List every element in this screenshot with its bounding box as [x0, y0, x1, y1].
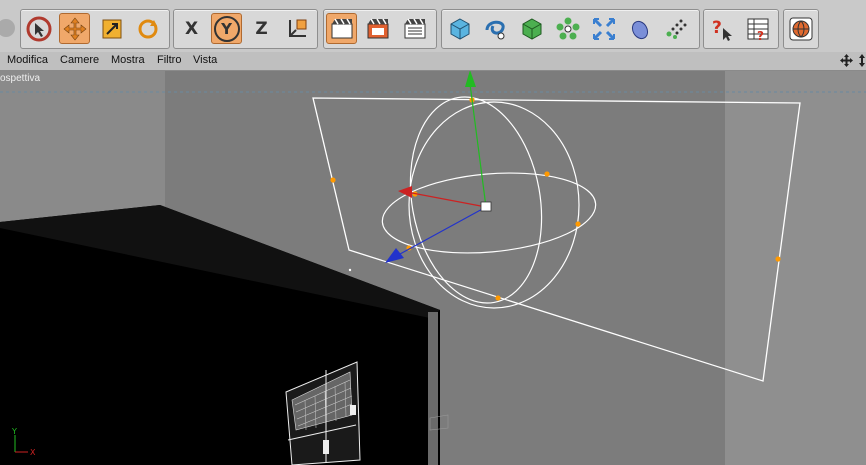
scale-icon[interactable] [96, 13, 127, 44]
point-marker [348, 268, 352, 272]
rotate-icon[interactable] [132, 13, 163, 44]
menu-filtro[interactable]: Filtro [157, 54, 181, 66]
undo-icon[interactable] [0, 12, 21, 43]
perspective-viewport[interactable]: Y X [0, 71, 866, 465]
zoom-view-icon[interactable] [856, 54, 866, 67]
axis-x-label: X [184, 18, 199, 39]
axis-y-label: Y [213, 15, 240, 42]
svg-text:X: X [30, 448, 36, 457]
schedule-help-icon[interactable]: ? [742, 13, 773, 44]
scene-icon[interactable] [624, 13, 655, 44]
cabinet-side [428, 312, 438, 465]
deformer-icon[interactable] [588, 13, 619, 44]
axis-z-label: Z [255, 18, 268, 39]
svg-text:Y: Y [11, 427, 17, 436]
transform-tools-group [20, 9, 170, 49]
web-group [783, 9, 819, 49]
menu-modifica[interactable]: Modifica [7, 54, 48, 66]
spline-icon[interactable] [480, 13, 511, 44]
context-help-icon[interactable]: ? [706, 13, 737, 44]
cube-icon[interactable] [444, 13, 475, 44]
web-globe-icon[interactable] [785, 13, 816, 44]
select-arrow-icon[interactable] [23, 13, 54, 44]
render-group [323, 9, 437, 49]
objects-group [441, 9, 700, 49]
array-icon[interactable] [552, 13, 583, 44]
y-axis-lock-icon[interactable]: Y [211, 13, 242, 44]
z-axis-lock-icon[interactable]: Z [246, 13, 277, 44]
nurbs-icon[interactable] [516, 13, 547, 44]
pan-view-icon[interactable] [840, 54, 853, 67]
menu-camere[interactable]: Camere [60, 54, 99, 66]
viewport-camera-label: ospettiva [0, 73, 41, 84]
svg-text:?: ? [757, 29, 764, 42]
main-toolbar: X Y Z ? ? [0, 0, 866, 53]
help-group: ? ? [703, 9, 779, 49]
svg-text:?: ? [712, 18, 722, 38]
render-settings-icon[interactable] [399, 13, 430, 44]
axis-lock-group: X Y Z [173, 9, 318, 49]
menu-vista[interactable]: Vista [193, 54, 217, 66]
viewport-menu-bar: Modifica Camere Mostra Filtro Vista [0, 52, 866, 71]
x-axis-lock-icon[interactable]: X [176, 13, 207, 44]
render-view-icon[interactable] [326, 13, 357, 44]
mograph-icon[interactable] [660, 13, 691, 44]
menu-mostra[interactable]: Mostra [111, 54, 145, 66]
coordinate-system-icon[interactable] [281, 13, 312, 44]
move-icon[interactable] [59, 13, 90, 44]
right-wall [725, 71, 866, 465]
object-origin-icon [480, 201, 492, 212]
render-picture-viewer-icon[interactable] [362, 13, 393, 44]
